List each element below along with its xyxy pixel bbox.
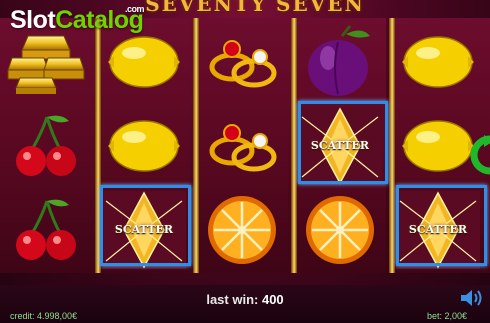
symbol-orange: [196, 188, 288, 271]
bet-label: bet:: [426, 311, 442, 321]
game-stage: SEVENTY SEVEN SCATTER SCATTER SCATTER Sl…: [0, 0, 490, 323]
symbol-orange: [294, 188, 386, 271]
credit-display: credit: 4.998,00€: [10, 311, 77, 321]
symbol-lemon: [98, 104, 190, 187]
bet-value: 2,00€: [444, 311, 467, 321]
last-win-display: last win: 400: [0, 292, 490, 307]
last-win-label: last win:: [206, 292, 259, 307]
watermark-logo: SlotCatalog .com: [10, 4, 145, 35]
symbol-lemon: [392, 20, 484, 103]
game-title: SEVENTY SEVEN: [145, 0, 365, 16]
credit-value: 4.998,00€: [37, 311, 78, 321]
symbol-cherries: [0, 188, 92, 271]
symbol-cherries: [0, 104, 92, 187]
credit-label: credit:: [10, 311, 35, 321]
symbol-plum: [294, 20, 386, 103]
reels-area: SCATTER SCATTER SCATTER: [0, 18, 490, 273]
watermark-slot: Slot: [10, 6, 56, 34]
watermark-com: .com: [125, 4, 145, 14]
symbol-rings: [196, 20, 288, 103]
bet-display: bet: 2,00€: [427, 311, 467, 321]
last-win-value: 400: [261, 292, 284, 307]
symbol-rings: [196, 104, 288, 187]
spin-arrow-icon[interactable]: [470, 135, 490, 175]
sound-icon[interactable]: [459, 289, 483, 307]
win-highlight: [100, 185, 191, 266]
win-highlight: [298, 101, 388, 184]
win-highlight: [396, 185, 487, 266]
